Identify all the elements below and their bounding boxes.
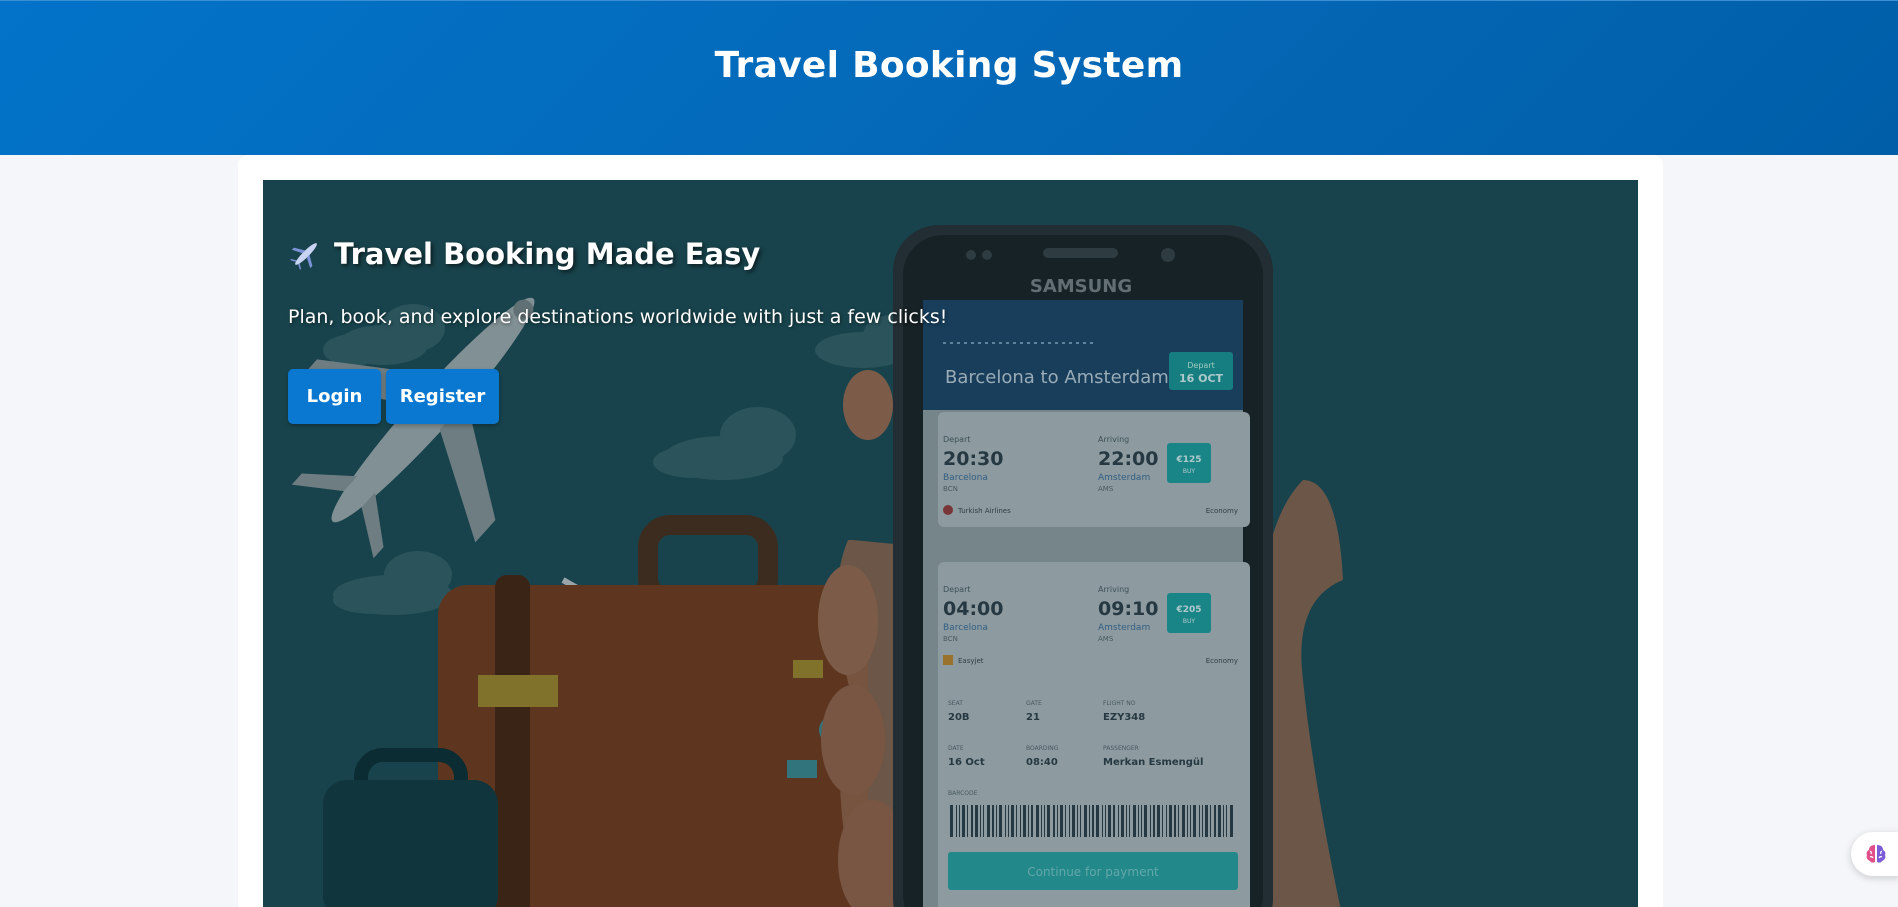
hero-illustration: SAMSUNG Barcelona to Amsterdam Depart 16… [263, 180, 1638, 907]
register-button[interactable]: Register [386, 369, 499, 424]
login-button[interactable]: Login [288, 369, 381, 424]
site-header: Travel Booking System [0, 0, 1898, 155]
hero-subtitle: Plan, book, and explore destinations wor… [288, 306, 948, 328]
hero-title-text: Travel Booking Made Easy [334, 237, 761, 271]
brain-icon [1866, 845, 1886, 863]
hero-title: Travel Booking Made Easy [288, 236, 760, 272]
site-title: Travel Booking System [714, 45, 1184, 86]
hero-banner: SAMSUNG Barcelona to Amsterdam Depart 16… [263, 180, 1638, 907]
assistant-button[interactable] [1851, 832, 1898, 876]
airplane-icon [290, 243, 317, 270]
